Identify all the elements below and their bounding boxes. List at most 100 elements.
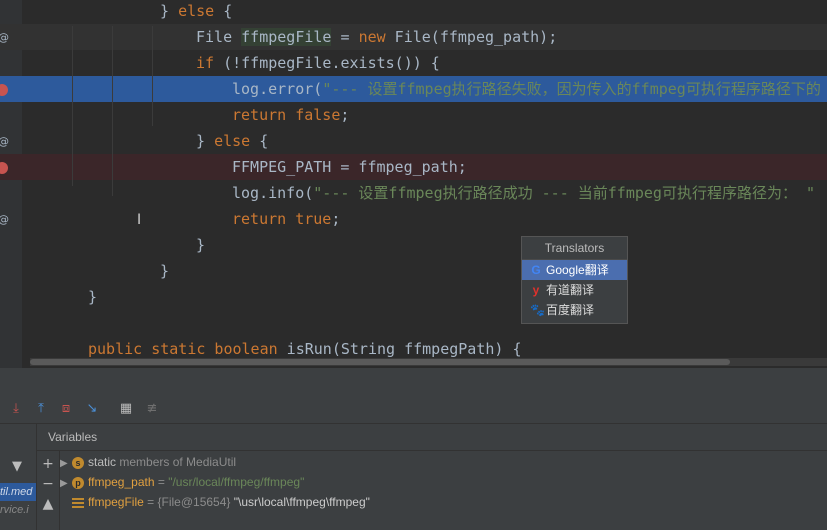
code-line[interactable]: } else {: [0, 128, 827, 154]
code-token: ffmpegFile: [241, 28, 332, 46]
parameter-icon: p: [72, 476, 84, 489]
code-token: if: [196, 54, 215, 72]
field-icon: [72, 497, 84, 508]
filter-icon[interactable]: ▼: [12, 459, 22, 474]
code-line[interactable]: log.info("--- 设置ffmpeg执行路径成功 --- 当前ffmpe…: [0, 180, 827, 206]
code-text: } else {: [196, 128, 268, 154]
translator-label: 有道翻译: [546, 283, 595, 297]
code-token: ;: [331, 210, 341, 228]
variable-row[interactable]: ▶ s static members of MediaUtil: [60, 452, 236, 472]
code-token: ;: [340, 106, 350, 124]
debug-toolbar: ⤓ ⤒ ⧈ ↘ ▦ ≢: [0, 395, 827, 424]
code-text: log.info("--- 设置ffmpeg执行路径成功 --- 当前ffmpe…: [232, 180, 815, 206]
code-token: public static boolean: [88, 340, 278, 358]
code-text: } else {: [160, 0, 232, 24]
scrollbar-thumb[interactable]: [30, 359, 730, 365]
code-token: }: [88, 288, 98, 306]
code-token: new: [358, 28, 386, 46]
indent-guide: [152, 26, 153, 126]
translator-item[interactable]: G Google翻译: [522, 260, 627, 280]
code-line[interactable]: File ffmpegFile = new File(ffmpeg_path);: [0, 24, 827, 50]
static-icon: s: [72, 456, 84, 469]
code-token: FFMPEG_PATH = ffmpeg_path;: [232, 158, 467, 176]
variable-value: "/usr/local/ffmpeg/ffmpeg": [168, 475, 305, 489]
code-text: if (!ffmpegFile.exists()) {: [196, 50, 440, 76]
code-line[interactable]: } else {: [0, 0, 827, 24]
code-token: File(ffmpeg_path);: [385, 28, 558, 46]
variables-header: Variables: [37, 424, 827, 451]
equals-sign: =: [143, 495, 158, 509]
variable-row[interactable]: ffmpegFile = {File@15654} "\usr\local\ff…: [60, 492, 370, 512]
code-line[interactable]: return true;: [0, 206, 827, 232]
translator-item[interactable]: y 有道翻译: [522, 280, 627, 300]
expand-arrow-icon[interactable]: ▶: [60, 454, 72, 474]
code-token: "--- 设置ffmpeg执行路径失败，因为传入的ffmpeg可执行程序路径下的: [322, 80, 821, 98]
variable-row[interactable]: ▶ p ffmpeg_path = "/usr/local/ffmpeg/ffmpe…: [60, 472, 304, 492]
code-token: }: [160, 2, 179, 20]
code-line[interactable]: FFMPEG_PATH = ffmpeg_path;: [0, 154, 827, 180]
step-out-icon[interactable]: ⤒: [33, 401, 49, 417]
run-to-cursor-icon[interactable]: ↘: [84, 401, 100, 417]
code-token: }: [160, 262, 170, 280]
code-line[interactable]: }: [0, 284, 827, 310]
popup-title: Translators: [522, 237, 627, 260]
youdao-icon: y: [532, 283, 540, 297]
debug-tab-bar: [0, 368, 827, 396]
code-text: }: [160, 258, 169, 284]
step-into-icon[interactable]: ⤓: [8, 401, 24, 417]
frame-item-selected[interactable]: til.med: [0, 483, 36, 501]
expand-arrow-icon[interactable]: ▶: [60, 474, 72, 494]
debug-panel: ⤓ ⤒ ⧈ ↘ ▦ ≢ ▼ til.med rvice.i Variables …: [0, 368, 827, 530]
debug-annotation-icon[interactable]: @: [0, 32, 10, 44]
frame-item[interactable]: rvice.i: [0, 501, 36, 519]
debug-annotation-icon[interactable]: @: [0, 136, 10, 148]
code-text: log.error("--- 设置ffmpeg执行路径失败，因为传入的ffmpe…: [232, 76, 821, 102]
code-line[interactable]: log.error("--- 设置ffmpeg执行路径失败，因为传入的ffmpe…: [0, 76, 827, 102]
variable-name: static: [88, 455, 117, 469]
translator-item[interactable]: 🐾百度翻译: [522, 300, 627, 320]
translators-popup: Translators G Google翻译 y 有道翻译 🐾百度翻译: [521, 236, 628, 324]
code-text: FFMPEG_PATH = ffmpeg_path;: [232, 154, 467, 180]
code-token: }: [196, 236, 206, 254]
evaluate-expression-icon[interactable]: ▦: [118, 401, 134, 417]
translator-label: 百度翻译: [546, 303, 595, 317]
code-token: return true: [232, 210, 332, 228]
code-token: {: [250, 132, 269, 150]
variable-value: members of MediaUtil: [119, 455, 237, 469]
code-text: return false;: [232, 102, 349, 128]
code-line[interactable]: [0, 310, 827, 336]
code-token: {: [214, 2, 233, 20]
code-text: }: [88, 284, 97, 310]
drop-frame-icon[interactable]: ⧈: [58, 401, 74, 417]
indent-guide: [112, 26, 113, 196]
equals-sign: =: [154, 475, 169, 489]
variables-side-toolbar: + − ▲: [37, 451, 60, 530]
code-editor[interactable]: } else {File ffmpegFile = new File(ffmpe…: [0, 0, 827, 368]
code-line[interactable]: if (!ffmpegFile.exists()) {: [0, 50, 827, 76]
object-ref: {File@15654}: [157, 495, 231, 509]
variable-name: ffmpeg_path: [88, 475, 155, 489]
variable-value: "\usr\local\ffmpeg\ffmpeg": [230, 495, 370, 509]
add-watch-icon[interactable]: +: [40, 456, 56, 472]
move-up-icon[interactable]: ▲: [40, 496, 56, 512]
code-line[interactable]: return false;: [0, 102, 827, 128]
debug-annotation-icon[interactable]: @: [0, 214, 10, 226]
trace-icon[interactable]: ≢: [144, 401, 160, 417]
code-text: return true;: [232, 206, 340, 232]
frames-pane: ▼ til.med rvice.i: [0, 424, 37, 530]
code-token: log.info(: [232, 184, 314, 202]
code-line[interactable]: }: [0, 232, 827, 258]
baidu-icon: 🐾: [530, 303, 545, 317]
code-line[interactable]: }: [0, 258, 827, 284]
code-token: isRun(String ffmpegPath) {: [277, 340, 522, 358]
code-token: else: [178, 2, 215, 20]
indent-guide: [72, 26, 73, 186]
horizontal-scrollbar[interactable]: [30, 358, 827, 366]
variable-name: ffmpegFile: [88, 495, 144, 509]
google-icon: G: [531, 263, 541, 277]
code-token: log.error(: [232, 80, 323, 98]
code-token: (!ffmpegFile.exists()) {: [214, 54, 440, 72]
code-token: =: [331, 28, 359, 46]
code-token: else: [214, 132, 251, 150]
remove-watch-icon[interactable]: −: [40, 476, 56, 492]
